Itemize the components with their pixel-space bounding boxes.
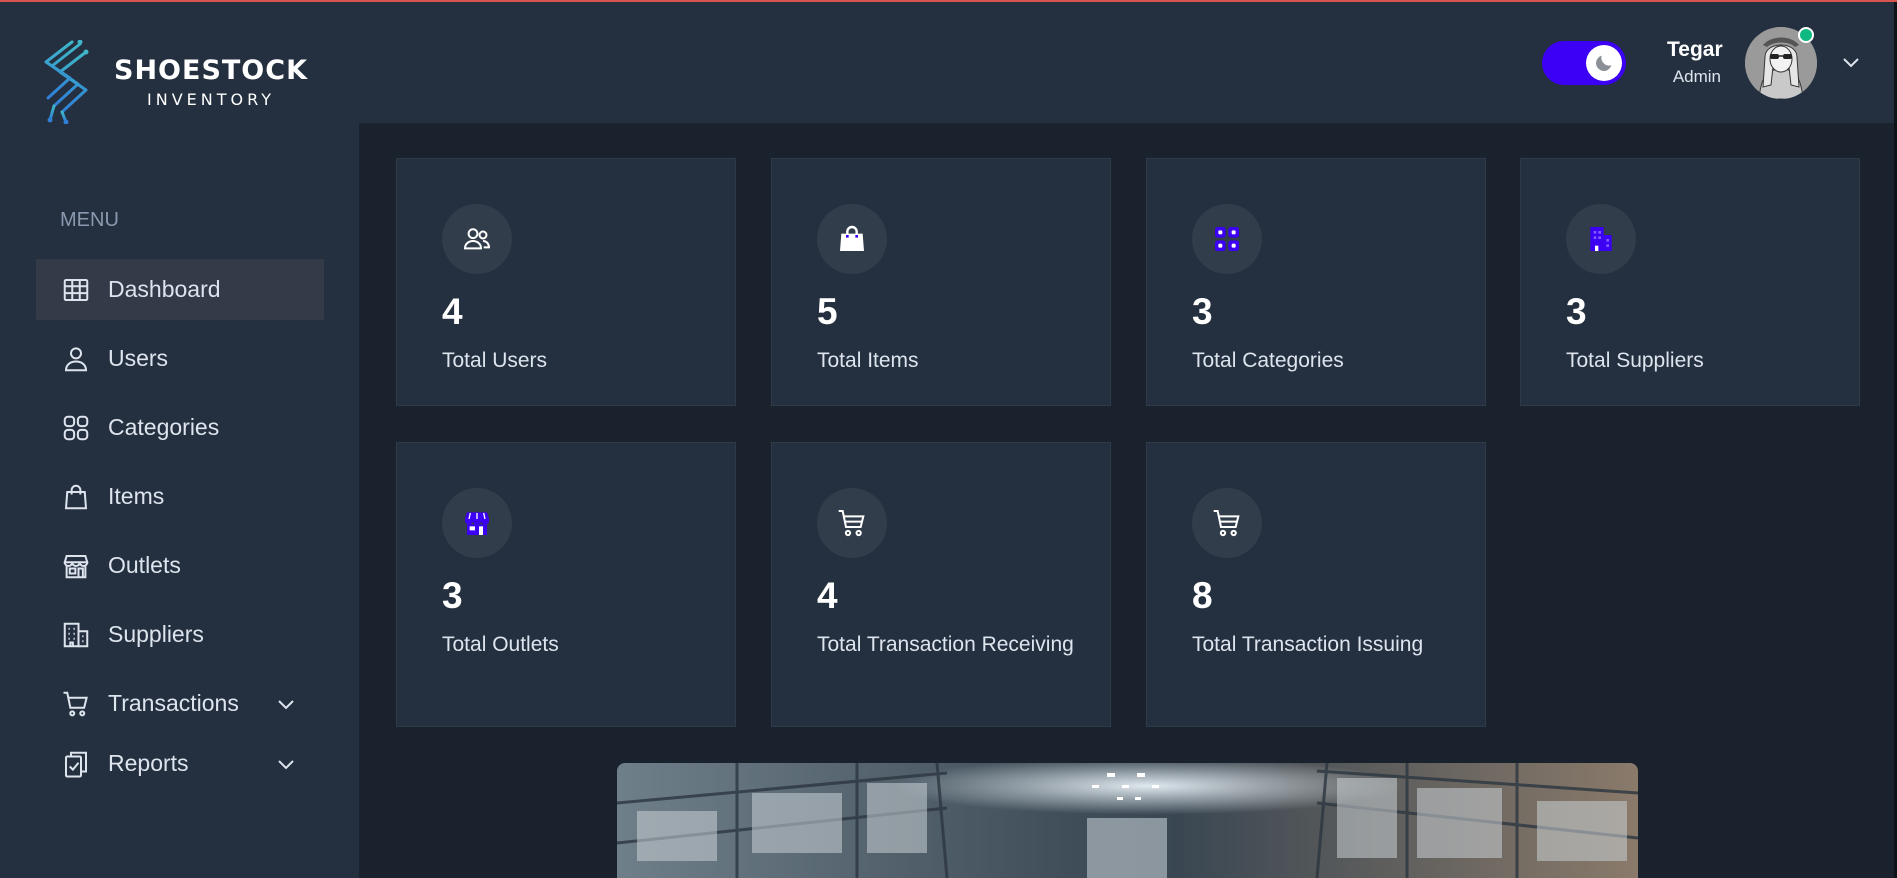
stat-label: Total Transaction Issuing: [1192, 633, 1424, 656]
chevron-down-icon[interactable]: [274, 692, 298, 716]
users-icon: [442, 204, 512, 274]
stat-value: 3: [1566, 291, 1587, 332]
user-role: Admin: [1672, 67, 1721, 86]
sidebar-item-label: Transactions: [108, 690, 239, 716]
stat-card-items: 5 Total Items: [771, 158, 1111, 406]
sidebar-item-reports[interactable]: Reports: [36, 733, 324, 794]
sidebar-item-outlets[interactable]: Outlets: [36, 535, 324, 596]
stat-label: Total Outlets: [442, 633, 559, 656]
stat-value: 4: [817, 575, 838, 616]
stat-label: Total Suppliers: [1566, 349, 1704, 372]
stat-value: 8: [1192, 575, 1213, 616]
sidebar-item-users[interactable]: Users: [36, 328, 324, 389]
category-grid-icon: [1192, 204, 1262, 274]
warehouse-shelves-photo: [617, 763, 1638, 878]
table-grid-icon: [60, 274, 92, 306]
top-header: [359, 2, 1894, 123]
stat-value: 3: [1192, 291, 1213, 332]
toggle-knob: [1586, 45, 1622, 81]
building-icon: [1566, 204, 1636, 274]
brand-logo[interactable]: SHOESTOCK INVENTORY: [40, 40, 308, 124]
sidebar-item-label: Outlets: [108, 552, 181, 578]
circuit-s-logo-icon: [44, 40, 89, 124]
user-icon: [60, 343, 92, 375]
cart-icon: [60, 688, 92, 720]
cart-icon: [817, 488, 887, 558]
moon-icon: [1596, 55, 1612, 71]
sidebar-item-dashboard[interactable]: Dashboard: [36, 259, 324, 320]
stat-card-suppliers: 3 Total Suppliers: [1520, 158, 1860, 406]
categories-icon: [60, 412, 92, 444]
sidebar-item-items[interactable]: Items: [36, 466, 324, 527]
stat-card-categories: 3 Total Categories: [1146, 158, 1486, 406]
store-icon: [442, 488, 512, 558]
stat-label: Total Transaction Receiving: [817, 633, 1074, 656]
sidebar-item-label: Users: [108, 345, 169, 371]
sidebar-item-label: Reports: [108, 750, 189, 776]
brand-subtitle: INVENTORY: [147, 89, 275, 109]
stat-card-transaction-receiving: 4 Total Transaction Receiving: [771, 442, 1111, 727]
stat-label: Total Categories: [1192, 349, 1344, 372]
stat-value: 3: [442, 575, 463, 616]
sidebar-item-label: Items: [108, 483, 165, 509]
sidebar-item-label: Suppliers: [108, 621, 204, 647]
stat-card-outlets: 3 Total Outlets: [396, 442, 736, 727]
stat-label: Total Users: [442, 349, 548, 372]
warehouse-image: [617, 763, 1638, 878]
store-icon: [60, 550, 92, 582]
online-status-dot: [1798, 27, 1814, 43]
stat-card-users: 4 Total Users: [396, 158, 736, 406]
sidebar-item-suppliers[interactable]: Suppliers: [36, 604, 324, 665]
chevron-down-icon[interactable]: [274, 752, 298, 776]
sidebar-item-transactions[interactable]: Transactions: [36, 673, 324, 734]
shopping-bag-icon: [60, 481, 92, 513]
sidebar-item-label: Dashboard: [108, 276, 221, 302]
chevron-down-icon[interactable]: [1839, 50, 1863, 74]
sidebar: SHOESTOCK INVENTORY MENU Dashboard Users…: [0, 2, 359, 878]
brand-title: SHOESTOCK: [114, 55, 308, 87]
building-icon: [60, 619, 92, 651]
stat-value: 4: [442, 291, 463, 332]
stat-card-transaction-issuing: 8 Total Transaction Issuing: [1146, 442, 1486, 727]
stat-label: Total Items: [817, 349, 919, 372]
stat-value: 5: [817, 291, 838, 332]
shopping-bag-icon: [817, 204, 887, 274]
theme-toggle[interactable]: [1542, 41, 1626, 85]
menu-section-label: MENU: [60, 209, 119, 231]
cart-icon: [1192, 488, 1262, 558]
user-name: Tegar: [1667, 38, 1723, 61]
clipboard-check-icon: [60, 748, 92, 780]
sidebar-item-label: Categories: [108, 414, 220, 440]
sidebar-item-categories[interactable]: Categories: [36, 397, 324, 458]
